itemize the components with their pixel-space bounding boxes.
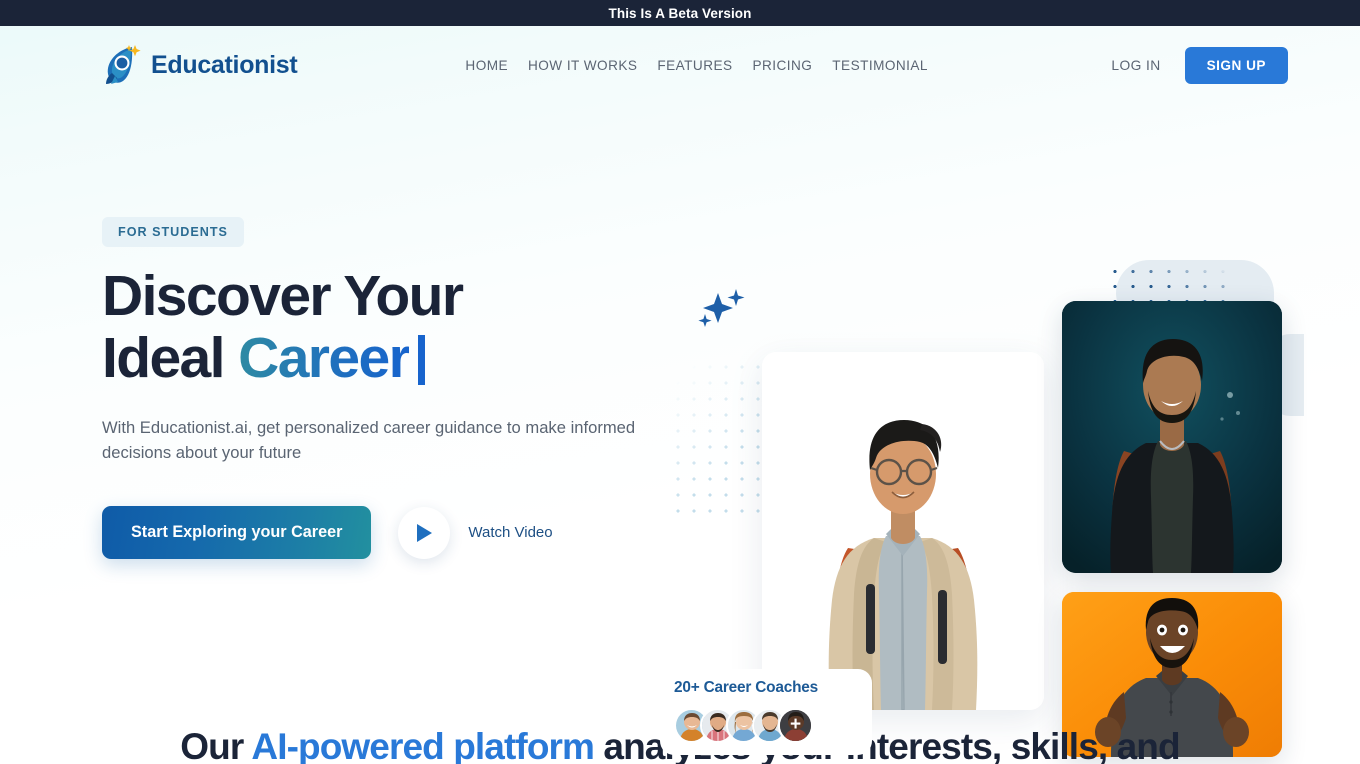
hero-visuals: 20+ Career Coaches + [640, 104, 1360, 757]
hero-photo-card-teal [1062, 301, 1282, 573]
login-link[interactable]: LOG IN [1111, 58, 1160, 73]
beta-banner-text: This Is A Beta Version [608, 5, 752, 21]
hero-subtitle: With Educationist.ai, get personalized c… [102, 418, 636, 462]
platform-heading-accent: AI-powered platform [251, 726, 595, 764]
site-header: Educationist HOME HOW IT WORKS FEATURES … [0, 26, 1360, 104]
nav-link-testimonial[interactable]: TESTIMONIAL [832, 58, 928, 73]
hero-student-card [762, 352, 1044, 710]
nav-link-home[interactable]: HOME [465, 58, 508, 73]
headline-accent-word: Career [238, 326, 411, 390]
beta-version-banner: This Is A Beta Version [0, 0, 1360, 26]
plus-icon: + [789, 714, 802, 735]
student-portrait-teal-image [1062, 301, 1282, 573]
nav-link-how-it-works[interactable]: HOW IT WORKS [528, 58, 637, 73]
main-navigation: HOME HOW IT WORKS FEATURES PRICING TESTI… [465, 58, 927, 73]
start-exploring-career-button[interactable]: Start Exploring your Career [102, 506, 372, 559]
nav-link-pricing[interactable]: PRICING [753, 58, 813, 73]
coach-avatar-list: + [674, 708, 858, 743]
headline-line-1: Discover Your [102, 264, 464, 328]
headline-line-2-plain: Ideal [102, 326, 239, 390]
signup-button[interactable]: SIGN UP [1184, 46, 1288, 84]
play-triangle-icon [398, 506, 451, 559]
dot-grid-pattern-left [670, 359, 775, 514]
watch-video-button[interactable]: Watch Video [398, 506, 553, 559]
hero-section: FOR STUDENTS Discover Your Ideal Career … [0, 104, 1360, 757]
watch-video-label: Watch Video [468, 524, 553, 541]
more-coaches-avatar[interactable]: + [778, 708, 813, 743]
platform-heading-part-1: Our [180, 726, 252, 764]
career-coaches-panel: 20+ Career Coaches + [660, 669, 872, 755]
student-portrait-image [762, 352, 1044, 710]
auth-actions: LOG IN SIGN UP [1111, 46, 1288, 84]
nav-link-features[interactable]: FEATURES [657, 58, 732, 73]
sparkle-stars-icon [698, 287, 746, 334]
career-coaches-label: 20+ Career Coaches [674, 679, 818, 696]
brand-logo[interactable]: Educationist [102, 43, 298, 87]
brand-name: Educationist [151, 50, 298, 79]
for-students-badge: FOR STUDENTS [102, 217, 244, 247]
rocket-graduate-logo-icon [102, 43, 142, 87]
typing-caret [418, 335, 426, 385]
